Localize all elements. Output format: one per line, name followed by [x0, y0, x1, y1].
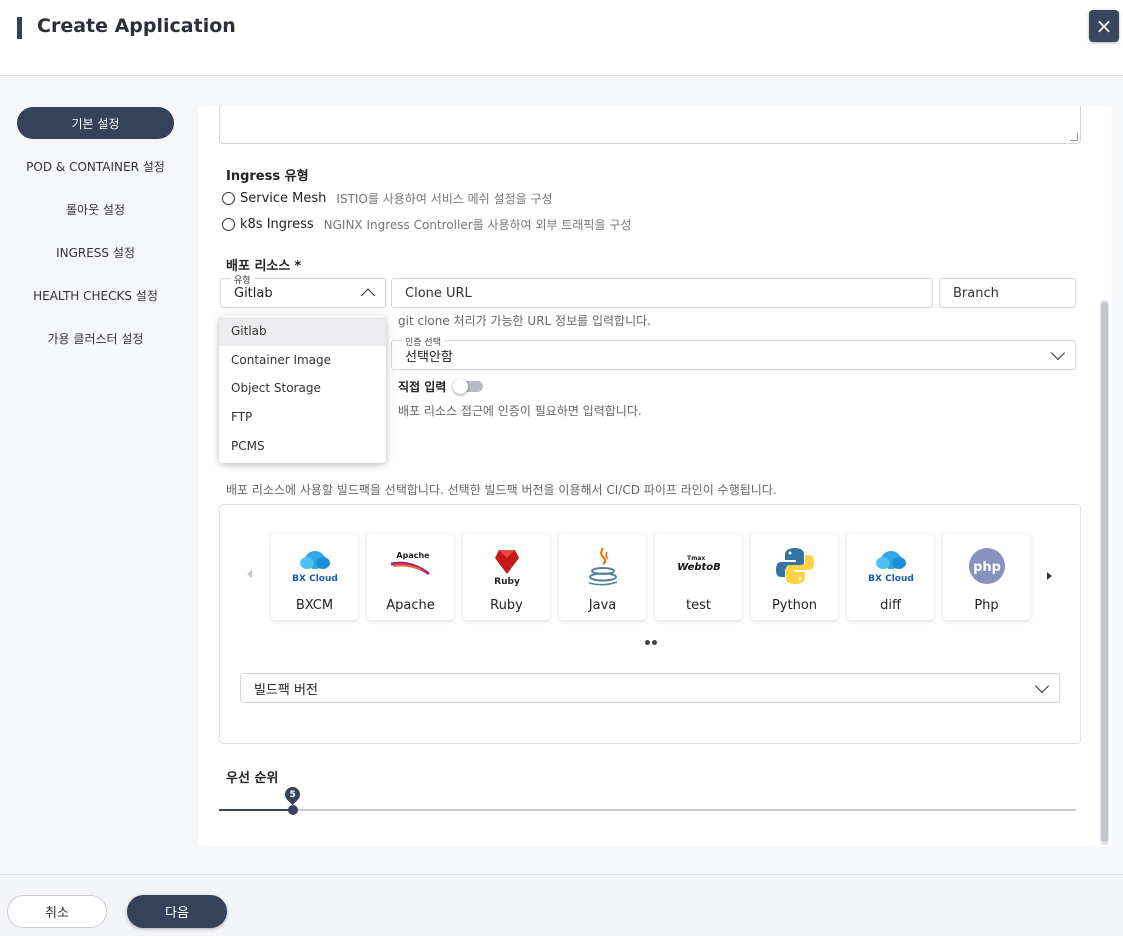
- resize-grip-icon[interactable]: [1070, 133, 1078, 141]
- carousel-dot-1[interactable]: [645, 640, 650, 645]
- next-button[interactable]: 다음: [127, 895, 227, 928]
- auth-select[interactable]: 인증 선택 선택안함: [391, 335, 1076, 370]
- buildpack-card-python[interactable]: Python: [751, 534, 838, 620]
- sidebar-item-basic[interactable]: 기본 설정: [17, 107, 174, 139]
- deploy-resource-label: 배포 리소스 *: [226, 255, 301, 274]
- buildpack-card-label: diff: [880, 598, 901, 613]
- auth-float-label: 인증 선택: [402, 335, 444, 348]
- page-title: Create Application: [37, 15, 236, 37]
- webtob-logo-text: WebtoB: [677, 562, 721, 573]
- clone-url-placeholder: Clone URL: [405, 285, 472, 301]
- dropdown-option-container-image[interactable]: Container Image: [219, 346, 386, 375]
- deploy-type-float-label: 유형: [231, 273, 254, 286]
- bxcm-logo-text: BX Cloud: [292, 574, 338, 584]
- webtob-icon: Tmax WebtoB: [655, 546, 742, 586]
- scrollbar-thumb[interactable]: [1101, 302, 1108, 842]
- buildpack-card-bxcm[interactable]: BX Cloud BXCM: [271, 534, 358, 620]
- buildpack-helper: 배포 리소스에 사용할 빌드팩을 선택합니다. 선택한 빌드팩 버전을 이용해서…: [226, 483, 777, 497]
- buildpack-card-label: test: [686, 598, 711, 613]
- deploy-type-select[interactable]: 유형 Gitlab: [220, 273, 386, 308]
- direct-input-label: 직접 입력: [398, 380, 447, 394]
- dropdown-option-ftp[interactable]: FTP: [219, 403, 386, 432]
- branch-input[interactable]: Branch: [939, 278, 1076, 308]
- sidebar-item-rollout[interactable]: 롤아웃 설정: [17, 193, 174, 225]
- sidebar-item-clusters[interactable]: 가용 클러스터 설정: [17, 322, 174, 354]
- buildpack-card-label: Php: [974, 598, 999, 613]
- buildpack-card-label: Java: [588, 598, 617, 613]
- sidebar-item-health-checks[interactable]: HEALTH CHECKS 설정: [17, 279, 174, 311]
- ingress-type-label: Ingress 유형: [226, 169, 309, 184]
- radio-label: Service Mesh: [240, 191, 327, 206]
- title-accent-bar: [17, 17, 22, 39]
- description-textarea[interactable]: [219, 106, 1081, 144]
- buildpack-card-label: Python: [771, 598, 818, 613]
- direct-input-toggle[interactable]: [453, 379, 483, 394]
- buildpack-version-placeholder: 빌드팩 버전: [254, 682, 318, 698]
- radio-icon[interactable]: [222, 192, 235, 205]
- carousel-next-icon[interactable]: [1047, 572, 1052, 580]
- radio-icon[interactable]: [222, 218, 235, 231]
- chevron-up-icon: [360, 288, 376, 303]
- php-logo-text: php: [973, 560, 1001, 575]
- radio-description: NGINX Ingress Controller를 사용하여 외부 트래픽을 구…: [323, 218, 632, 232]
- auth-helper: 배포 리소스 접근에 인증이 필요하면 입력합니다.: [398, 404, 642, 418]
- buildpack-card-label: BXCM: [295, 598, 334, 613]
- header: Create Application: [0, 0, 1123, 76]
- buildpack-version-select[interactable]: 빌드팩 버전: [240, 673, 1060, 703]
- bxcloud-icon: BX Cloud: [847, 546, 934, 586]
- dropdown-option-gitlab[interactable]: Gitlab: [219, 317, 386, 346]
- buildpack-card-java[interactable]: Java: [559, 534, 646, 620]
- buildpack-card-test[interactable]: Tmax WebtoB test: [655, 534, 742, 620]
- sidebar-item-pod-container[interactable]: POD & CONTAINER 설정: [17, 150, 174, 182]
- buildpack-card-ruby[interactable]: Ruby Ruby: [463, 534, 550, 620]
- clone-url-helper: git clone 처리가 가능한 URL 정보를 입력합니다.: [398, 314, 651, 328]
- dropdown-option-pcms[interactable]: PCMS: [219, 431, 386, 460]
- buildpack-card-label: Apache: [386, 598, 435, 613]
- deploy-resource-title: 배포 리소스: [226, 259, 291, 274]
- python-icon: [751, 546, 838, 586]
- cancel-button[interactable]: 취소: [7, 895, 107, 928]
- buildpack-card-apache[interactable]: Apache Apache: [367, 534, 454, 620]
- close-button[interactable]: ×: [1089, 10, 1119, 42]
- buildpack-card-php[interactable]: php Php: [943, 534, 1030, 620]
- carousel-dot-2[interactable]: [652, 640, 657, 645]
- ruby-icon: Ruby: [463, 546, 550, 586]
- sidebar-item-ingress[interactable]: INGRESS 설정: [17, 236, 174, 268]
- deploy-type-value: Gitlab: [234, 285, 273, 301]
- clone-url-input[interactable]: Clone URL: [391, 278, 933, 308]
- priority-label: 우선 순위: [226, 771, 279, 786]
- buildpack-card-diff[interactable]: BX Cloud diff: [847, 534, 934, 620]
- radio-label: k8s Ingress: [240, 217, 314, 232]
- required-star: *: [294, 259, 302, 274]
- chevron-down-icon: [1050, 345, 1066, 361]
- php-icon: php: [943, 546, 1030, 586]
- diff-logo-text: BX Cloud: [868, 574, 914, 584]
- close-icon: ×: [1095, 14, 1113, 38]
- chevron-down-icon: [1034, 678, 1050, 694]
- apache-logo-text: Apache: [396, 551, 430, 560]
- apache-icon: Apache: [367, 546, 454, 586]
- priority-slider-fill: [219, 809, 293, 811]
- webtob-small-text: Tmax: [687, 555, 705, 562]
- priority-slider-thumb[interactable]: [288, 805, 298, 815]
- branch-placeholder: Branch: [953, 285, 999, 301]
- dropdown-option-object-storage[interactable]: Object Storage: [219, 374, 386, 403]
- radio-service-mesh[interactable]: Service Mesh ISTIO를 사용하여 서비스 메쉬 설정을 구성: [222, 190, 553, 207]
- buildpack-card-label: Ruby: [490, 598, 523, 613]
- carousel-prev-icon[interactable]: [247, 570, 252, 578]
- deploy-type-dropdown: Gitlab Container Image Object Storage FT…: [219, 316, 386, 463]
- toggle-knob: [453, 379, 468, 394]
- radio-description: ISTIO를 사용하여 서비스 메쉬 설정을 구성: [336, 192, 553, 206]
- java-icon: [559, 546, 646, 586]
- auth-value: 선택안함: [405, 349, 453, 365]
- radio-k8s-ingress[interactable]: k8s Ingress NGINX Ingress Controller를 사용…: [222, 216, 631, 233]
- priority-slider-rail[interactable]: [219, 809, 1076, 811]
- bxcloud-icon: BX Cloud: [271, 546, 358, 586]
- ruby-logo-text: Ruby: [494, 577, 520, 586]
- priority-value: 5: [289, 789, 296, 800]
